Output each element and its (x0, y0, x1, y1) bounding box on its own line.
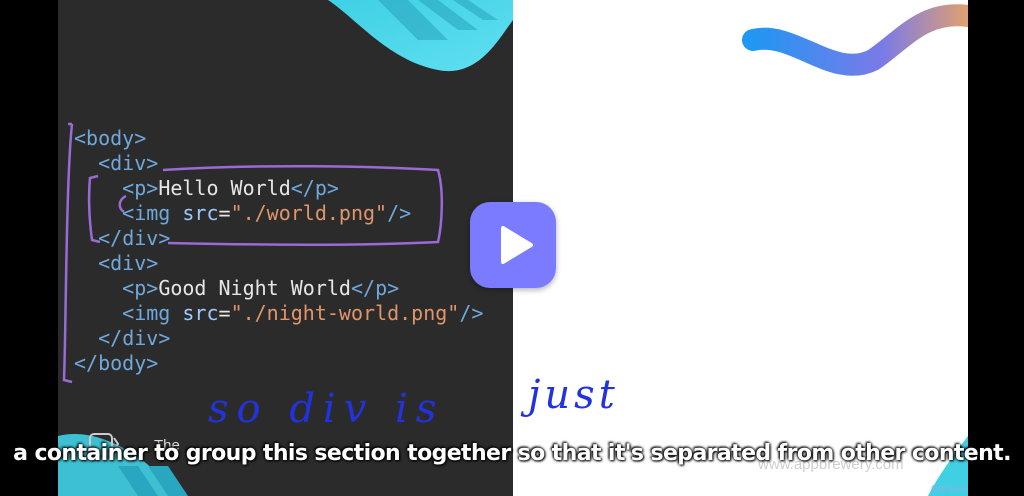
annotation-strokes (62, 122, 444, 384)
decor-wave (742, 4, 968, 76)
video-player[interactable]: <body> <div> <p>Hello World</p> <img src… (58, 0, 968, 496)
play-button[interactable] (470, 202, 556, 288)
handwriting-right: just (528, 372, 619, 418)
play-icon (501, 226, 533, 264)
bottom-badge: Ostrauss (931, 484, 967, 493)
handwriting-left: so div is (208, 386, 445, 432)
subtitle-caption: a container to group this section togeth… (13, 441, 1011, 466)
